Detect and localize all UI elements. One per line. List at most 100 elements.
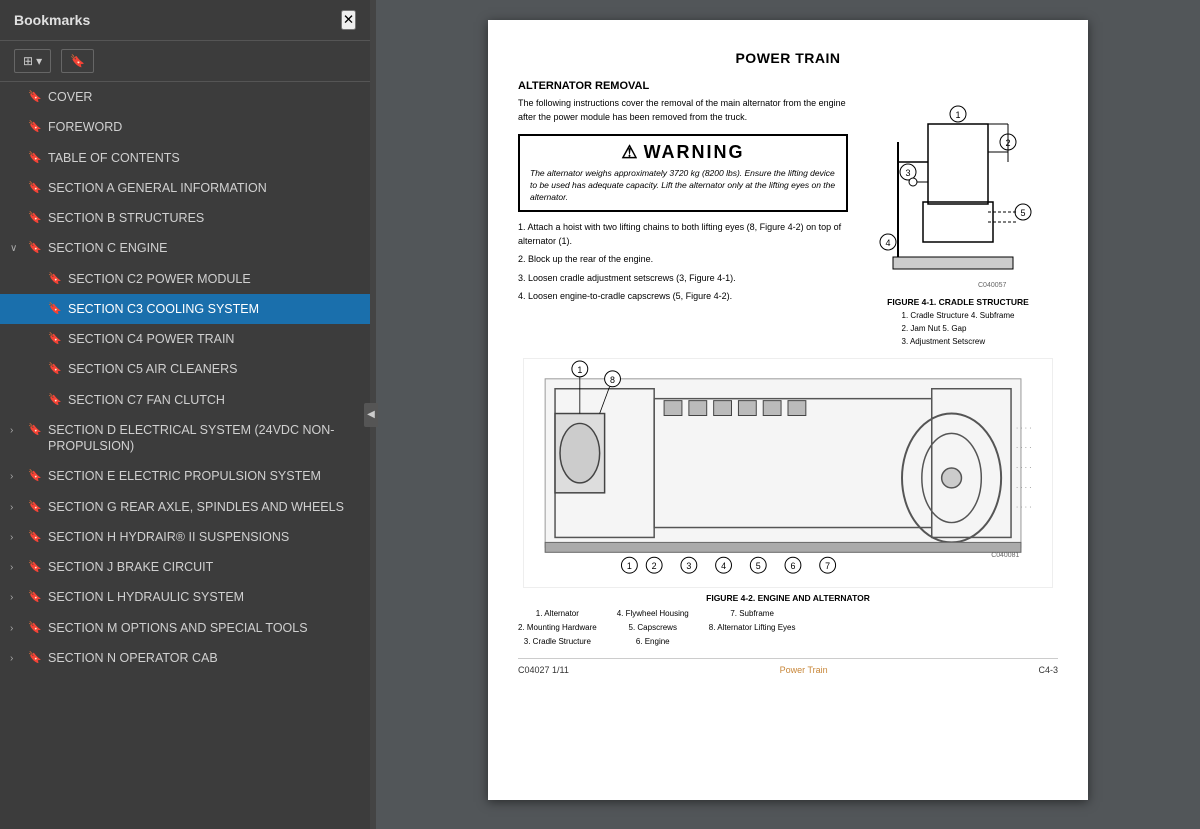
- legend-item-5: 5. Capscrews: [617, 621, 689, 635]
- legend-col2: 4. Flywheel Housing 5. Capscrews 6. Engi…: [617, 607, 689, 648]
- svg-text:3: 3: [686, 562, 691, 572]
- grid-icon: ⊞: [23, 54, 33, 68]
- content-area: The following instructions cover the rem…: [518, 97, 1058, 348]
- nav-item-label: SECTION D ELECTRICAL SYSTEM (24VDC NON-P…: [48, 422, 360, 455]
- sidebar-item-cover[interactable]: 🔖 COVER: [0, 82, 370, 112]
- legend-line-1: 1. Cradle Structure 4. Subframe: [902, 310, 1015, 323]
- legend-item-4: 4. Flywheel Housing: [617, 607, 689, 621]
- nav-item-label: SECTION N OPERATOR CAB: [48, 650, 360, 666]
- figure2-caption: FIGURE 4-2. ENGINE AND ALTERNATOR: [518, 593, 1058, 603]
- figure2-section: 1 1 2 3 4 5 6 7 . . . .: [518, 358, 1058, 648]
- pdf-footer: C04027 1/11 Power Train C4-3: [518, 658, 1058, 675]
- nav-item-label: SECTION C7 FAN CLUTCH: [68, 392, 360, 408]
- bookmark-button[interactable]: 🔖: [61, 49, 94, 73]
- sidebar-item-toc[interactable]: 🔖 TABLE OF CONTENTS: [0, 143, 370, 173]
- bookmark-icon: 🔖: [28, 120, 42, 134]
- bookmark-icon: 🔖: [28, 90, 42, 104]
- sidebar-header: Bookmarks ✕: [0, 0, 370, 41]
- expand-arrow-icon: ›: [10, 561, 22, 574]
- nav-item-label: SECTION L HYDRAULIC SYSTEM: [48, 589, 360, 605]
- sidebar-item-sec-m[interactable]: ›🔖SECTION M OPTIONS AND SPECIAL TOOLS: [0, 613, 370, 643]
- bookmark-icon: 🔖: [28, 530, 42, 544]
- expand-arrow-icon: ›: [10, 622, 22, 635]
- nav-item-label: SECTION A GENERAL INFORMATION: [48, 180, 360, 196]
- nav-item-label: SECTION C4 POWER TRAIN: [68, 331, 360, 347]
- sidebar-item-foreword[interactable]: 🔖 FOREWORD: [0, 112, 370, 142]
- figure2-legend: 1. Alternator 2. Mounting Hardware 3. Cr…: [518, 607, 1058, 648]
- sidebar-item-sec-g[interactable]: ›🔖SECTION G REAR AXLE, SPINDLES AND WHEE…: [0, 492, 370, 522]
- svg-text:4: 4: [721, 562, 726, 572]
- text-column: The following instructions cover the rem…: [518, 97, 848, 348]
- figure1-column: 1 2 3 4 5: [858, 97, 1058, 348]
- expand-arrow-icon: ›: [10, 470, 22, 483]
- svg-text:2: 2: [652, 562, 657, 572]
- legend-item-7: 7. Subframe: [709, 607, 796, 621]
- svg-text:C040057: C040057: [978, 282, 1007, 289]
- figure1-caption: FIGURE 4-1. CRADLE STRUCTURE: [887, 297, 1029, 307]
- bookmark-icon: 🔖: [48, 362, 62, 376]
- nav-item-label: SECTION E ELECTRIC PROPULSION SYSTEM: [48, 468, 360, 484]
- svg-text:3: 3: [905, 168, 910, 178]
- step-3: 3. Loosen cradle adjustment setscrews (3…: [518, 271, 848, 285]
- section-heading: ALTERNATOR REMOVAL: [518, 80, 1058, 92]
- resize-handle[interactable]: ◀: [370, 0, 376, 829]
- cradle-structure-diagram: 1 2 3 4 5: [868, 97, 1048, 297]
- nav-item-label: SECTION C ENGINE: [48, 240, 360, 256]
- svg-text:7: 7: [825, 562, 830, 572]
- expand-arrow-icon: ›: [10, 424, 22, 437]
- sidebar-item-sec-h[interactable]: ›🔖SECTION H HYDRAIR® II SUSPENSIONS: [0, 522, 370, 552]
- legend-item-3: 3. Cradle Structure: [518, 635, 597, 649]
- footer-page-number: C4-3: [1038, 665, 1058, 675]
- svg-text:. . . .: . . . .: [1016, 442, 1031, 451]
- legend-line-2: 2. Jam Nut 5. Gap: [902, 323, 1015, 336]
- sidebar-item-sec-c[interactable]: ∨🔖SECTION C ENGINE: [0, 233, 370, 263]
- svg-text:1: 1: [577, 365, 582, 375]
- bookmark-icon: 🔖: [28, 651, 42, 665]
- legend-item-2: 2. Mounting Hardware: [518, 621, 597, 635]
- intro-paragraph: The following instructions cover the rem…: [518, 97, 848, 124]
- bookmark-icon: 🔖: [28, 500, 42, 514]
- bookmark-icon: 🔖: [48, 302, 62, 316]
- bookmark-icon: 🔖: [48, 272, 62, 286]
- sidebar-item-sec-c5[interactable]: 🔖 SECTION C5 AIR CLEANERS: [0, 354, 370, 384]
- sidebar-item-sec-e[interactable]: ›🔖SECTION E ELECTRIC PROPULSION SYSTEM: [0, 461, 370, 491]
- sidebar: Bookmarks ✕ ⊞ ▾ 🔖 🔖 COVER 🔖 FOREWORD 🔖 TABLE …: [0, 0, 370, 829]
- nav-item-label: SECTION M OPTIONS AND SPECIAL TOOLS: [48, 620, 360, 636]
- bookmark-icon: 🔖: [28, 211, 42, 225]
- expand-arrow-icon: ›: [10, 652, 22, 665]
- svg-text:6: 6: [790, 562, 795, 572]
- sidebar-item-sec-a[interactable]: 🔖SECTION A GENERAL INFORMATION: [0, 173, 370, 203]
- bookmark-icon: 🔖: [28, 560, 42, 574]
- sidebar-item-sec-c3[interactable]: 🔖 SECTION C3 COOLING SYSTEM: [0, 294, 370, 324]
- warning-header: ⚠ WARNING: [530, 142, 836, 163]
- bookmark-icon: 🔖: [28, 590, 42, 604]
- main-content: POWER TRAIN ALTERNATOR REMOVAL The follo…: [376, 0, 1200, 829]
- svg-text:. . . .: . . . .: [1016, 461, 1031, 470]
- nav-item-label: SECTION C5 AIR CLEANERS: [68, 361, 360, 377]
- nav-item-label: COVER: [48, 89, 360, 105]
- sidebar-nav: 🔖COVER🔖FOREWORD🔖TABLE OF CONTENTS🔖SECTIO…: [0, 82, 370, 829]
- nav-item-label: TABLE OF CONTENTS: [48, 150, 360, 166]
- sidebar-item-sec-n[interactable]: › 🔖 SECTION N OPERATOR CAB: [0, 643, 370, 673]
- sidebar-item-sec-j[interactable]: ›🔖SECTION J BRAKE CIRCUIT: [0, 552, 370, 582]
- legend-line-3: 3. Adjustment Setscrew: [902, 336, 1015, 349]
- sidebar-item-sec-d[interactable]: › 🔖 SECTION D ELECTRICAL SYSTEM (24VDC NON…: [0, 415, 370, 462]
- sidebar-item-sec-c7[interactable]: 🔖SECTION C7 FAN CLUTCH: [0, 385, 370, 415]
- view-mode-button[interactable]: ⊞ ▾: [14, 49, 51, 73]
- svg-text:1: 1: [955, 110, 960, 120]
- sidebar-item-sec-b[interactable]: 🔖SECTION B STRUCTURES: [0, 203, 370, 233]
- engine-alternator-diagram: 1 1 2 3 4 5 6 7 . . . .: [523, 358, 1053, 588]
- nav-item-label: FOREWORD: [48, 119, 360, 135]
- sidebar-item-sec-c4[interactable]: 🔖SECTION C4 POWER TRAIN: [0, 324, 370, 354]
- nav-item-label: SECTION H HYDRAIR® II SUSPENSIONS: [48, 529, 360, 545]
- collapse-sidebar-button[interactable]: ◀: [364, 403, 378, 427]
- sidebar-item-sec-l[interactable]: ›🔖SECTION L HYDRAULIC SYSTEM: [0, 582, 370, 612]
- bookmark-icon: 🔖: [28, 423, 42, 437]
- close-button[interactable]: ✕: [341, 10, 356, 30]
- svg-text:8: 8: [610, 375, 615, 385]
- nav-item-label: SECTION C3 COOLING SYSTEM: [68, 301, 360, 317]
- sidebar-item-sec-c2[interactable]: 🔖SECTION C2 POWER MODULE: [0, 264, 370, 294]
- bookmark-icon: 🔖: [28, 151, 42, 165]
- svg-text:4: 4: [885, 238, 890, 248]
- warning-title: WARNING: [644, 142, 745, 163]
